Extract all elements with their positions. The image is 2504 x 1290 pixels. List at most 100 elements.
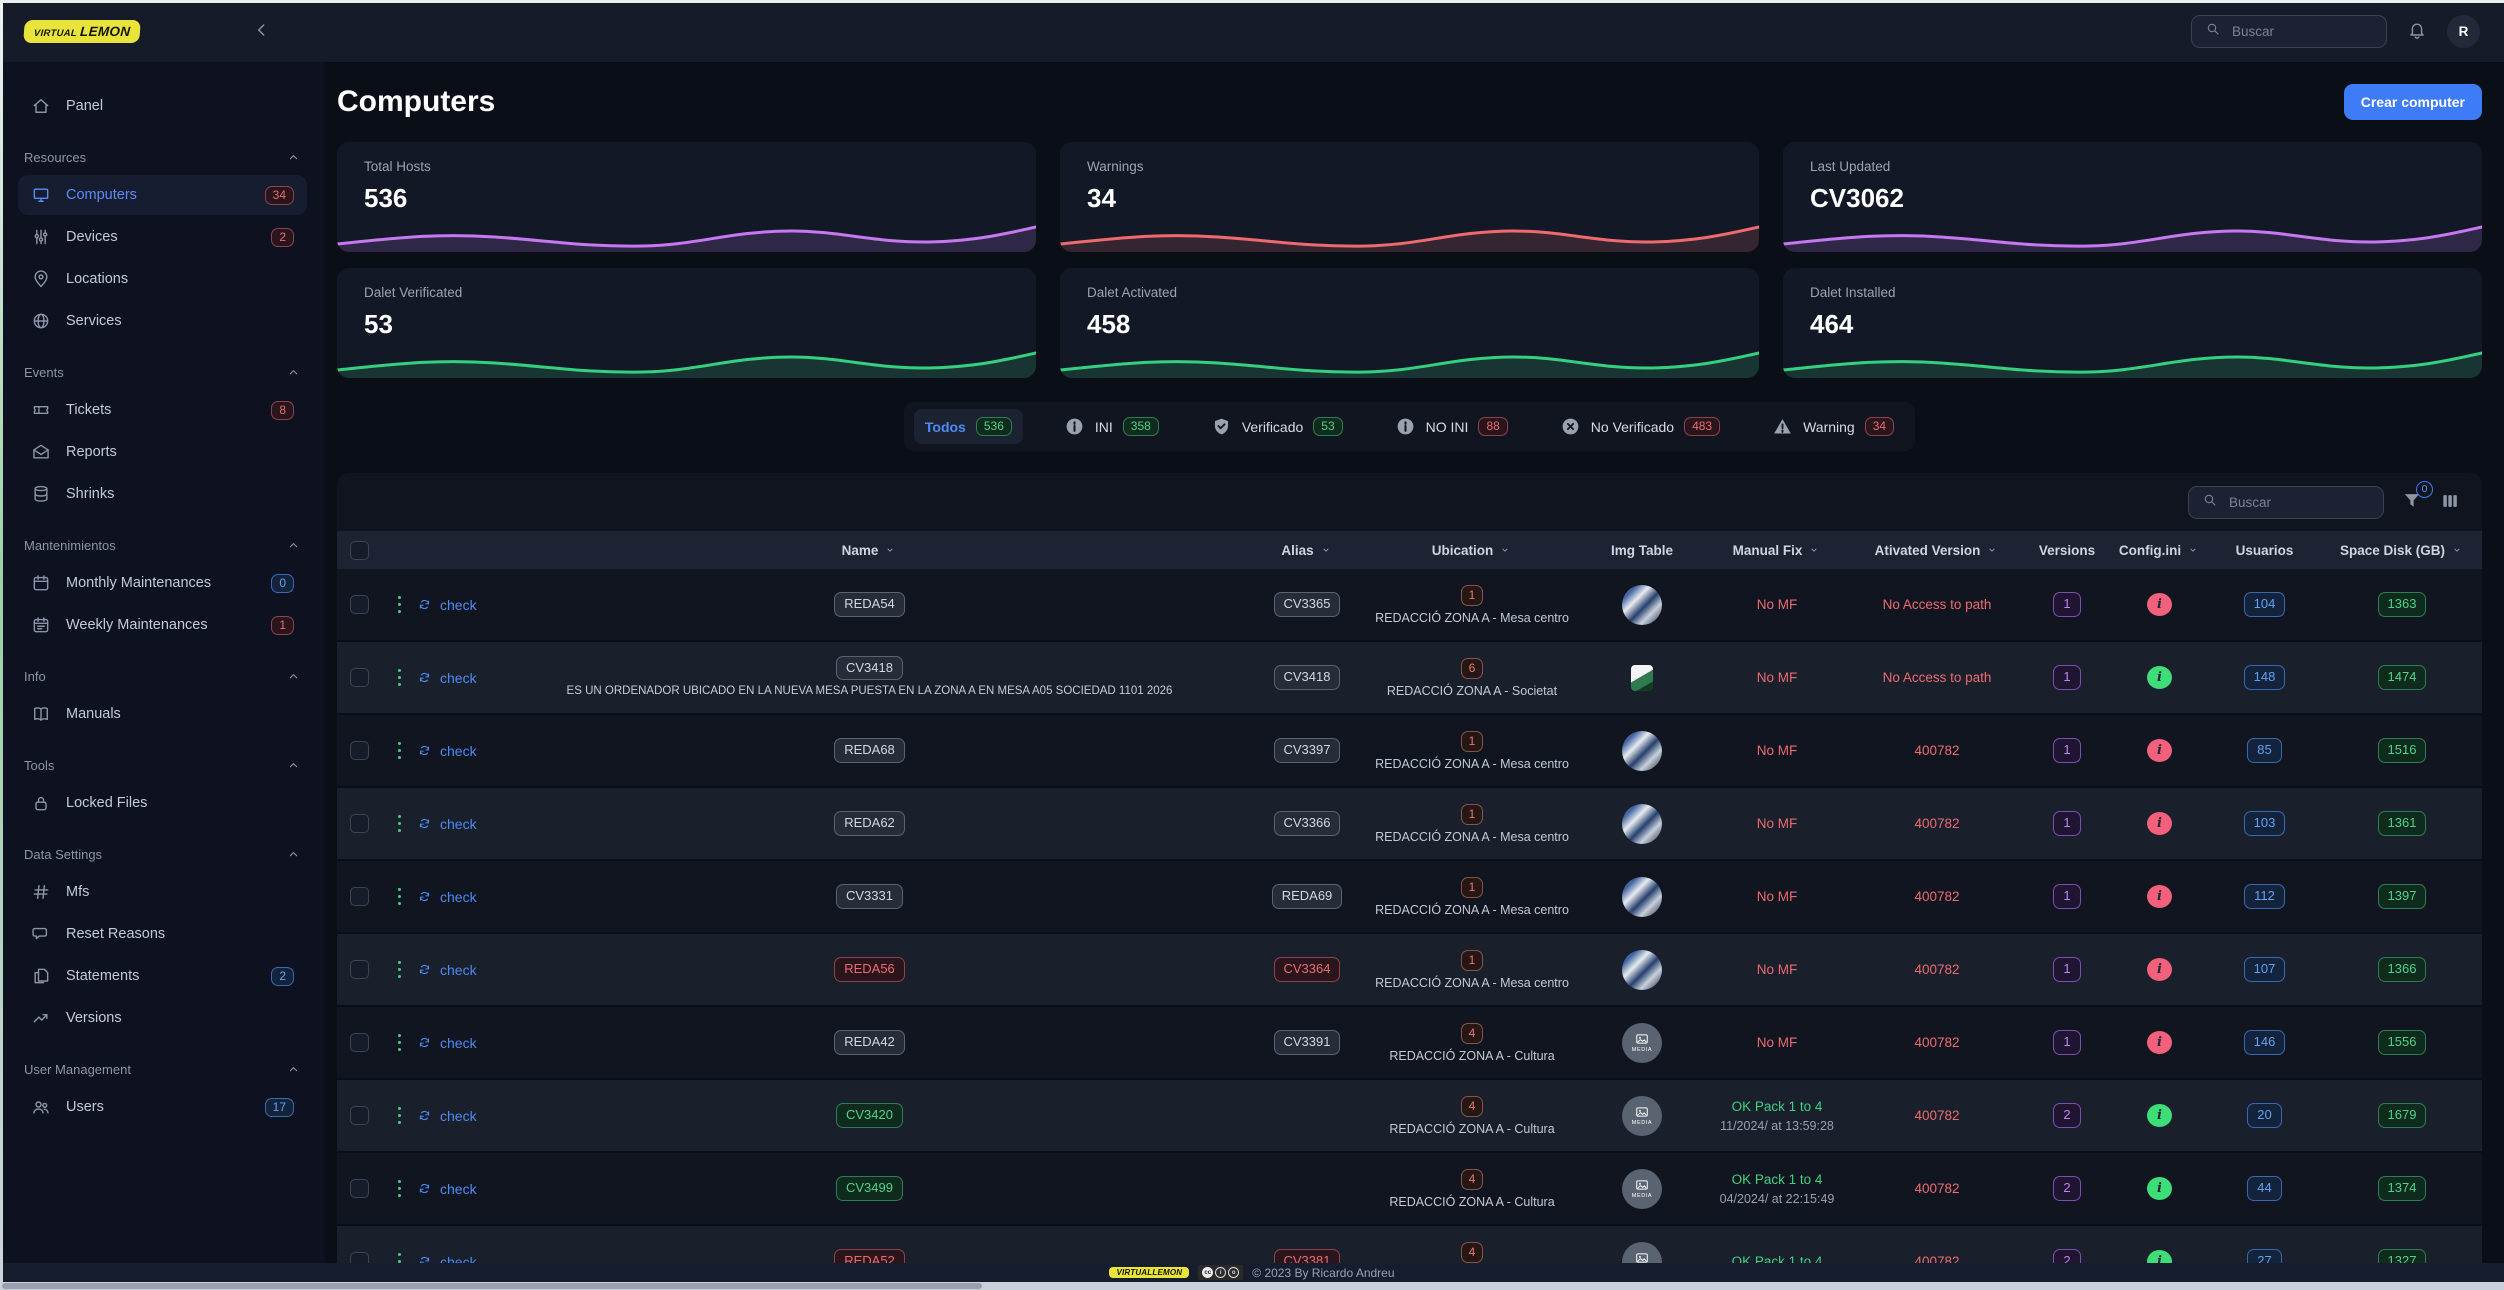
sidebar-item-services[interactable]: Services xyxy=(18,301,307,341)
left-scrollbar[interactable] xyxy=(0,3,3,1282)
row-checkbox-cell xyxy=(337,1033,382,1052)
row-check-button[interactable]: check xyxy=(417,597,487,613)
filter-warning[interactable]: Warning34 xyxy=(1761,408,1905,445)
horizontal-scrollbar[interactable] xyxy=(0,1282,2504,1290)
filter-button[interactable]: 0 xyxy=(2402,490,2422,515)
row-menu-button[interactable] xyxy=(382,888,417,906)
sidebar-item-locked-files[interactable]: Locked Files xyxy=(18,783,307,823)
row-menu-button[interactable] xyxy=(382,1107,417,1125)
row-alias-cell: CV3397 xyxy=(1252,738,1362,762)
sidebar-item-users[interactable]: Users17 xyxy=(18,1087,307,1127)
config-ini-status-icon[interactable] xyxy=(2147,958,2172,981)
row-check-button[interactable]: check xyxy=(417,962,487,978)
search-icon xyxy=(2205,21,2221,37)
row-ubication-cell: 6REDACCIÓ ZONA A - Societat xyxy=(1362,658,1582,698)
row-check-button[interactable]: check xyxy=(417,743,487,759)
filter-verificado[interactable]: Verificado53 xyxy=(1200,408,1354,445)
computer-photo-thumbnail xyxy=(1622,877,1662,917)
row-check-button[interactable]: check xyxy=(417,670,487,686)
row-name-cell: REDA62 xyxy=(487,811,1252,835)
filter-count-badge: 88 xyxy=(1478,417,1507,436)
sidebar-item-shrinks[interactable]: Shrinks xyxy=(18,474,307,514)
notifications-button[interactable] xyxy=(2407,20,2427,43)
filter-no-verificado[interactable]: No Verificado483 xyxy=(1549,408,1731,445)
sidebar-item-devices[interactable]: Devices2 xyxy=(18,217,307,257)
chevron-up-icon xyxy=(286,1062,301,1077)
config-ini-status-icon[interactable] xyxy=(2147,666,2172,689)
row-checkbox[interactable] xyxy=(350,887,369,906)
sidebar-item-weekly-maintenances[interactable]: Weekly Maintenances1 xyxy=(18,605,307,645)
refresh-icon xyxy=(417,1181,432,1196)
config-ini-status-icon[interactable] xyxy=(2147,593,2172,616)
row-name-cell: REDA56 xyxy=(487,957,1252,981)
sidebar-item-manuals[interactable]: Manuals xyxy=(18,694,307,734)
filter-todos[interactable]: Todos536 xyxy=(914,409,1023,444)
sidebar-item-reports[interactable]: Reports xyxy=(18,432,307,472)
user-avatar[interactable]: R xyxy=(2447,15,2480,48)
columns-button[interactable] xyxy=(2440,491,2460,514)
row-checkbox[interactable] xyxy=(350,1179,369,1198)
column-header-config-ini[interactable]: Config.ini xyxy=(2112,543,2207,558)
column-header-name[interactable]: Name xyxy=(487,543,1252,558)
row-menu-button[interactable] xyxy=(382,742,417,760)
row-checkbox[interactable] xyxy=(350,1106,369,1125)
row-check-button[interactable]: check xyxy=(417,816,487,832)
sidebar-item-versions[interactable]: Versions xyxy=(18,998,307,1038)
select-all-checkbox[interactable] xyxy=(350,541,369,560)
column-header-ubication[interactable]: Ubication xyxy=(1362,543,1582,558)
column-header-alias[interactable]: Alias xyxy=(1252,543,1362,558)
config-ini-status-icon[interactable] xyxy=(2147,1104,2172,1127)
row-versions-cell: 1 xyxy=(2022,957,2112,981)
row-checkbox[interactable] xyxy=(350,1033,369,1052)
row-usuarios-cell: 107 xyxy=(2207,957,2322,981)
row-menu-button[interactable] xyxy=(382,596,417,614)
row-menu-button[interactable] xyxy=(382,815,417,833)
create-computer-button[interactable]: Crear computer xyxy=(2344,84,2482,120)
scrollbar-thumb[interactable] xyxy=(2,1283,982,1289)
row-checkbox[interactable] xyxy=(350,814,369,833)
row-check-button[interactable]: check xyxy=(417,1108,487,1124)
row-check-label: check xyxy=(440,1181,477,1197)
row-menu-button[interactable] xyxy=(382,669,417,687)
filter-ini[interactable]: INI358 xyxy=(1053,408,1170,445)
row-check-button[interactable]: check xyxy=(417,1035,487,1051)
sidebar-item-locations[interactable]: Locations xyxy=(18,259,307,299)
config-ini-status-icon[interactable] xyxy=(2147,1031,2172,1054)
row-checkbox[interactable] xyxy=(350,960,369,979)
row-check-button[interactable]: check xyxy=(417,1181,487,1197)
row-checkbox[interactable] xyxy=(350,668,369,687)
row-menu-button[interactable] xyxy=(382,1034,417,1052)
row-image-cell xyxy=(1582,950,1702,990)
sidebar-item-mfs[interactable]: Mfs xyxy=(18,872,307,912)
table-search-input[interactable] xyxy=(2227,494,2370,511)
row-name-badge: REDA56 xyxy=(834,957,905,981)
row-ubication-badge: 1 xyxy=(1461,585,1484,606)
config-ini-status-icon[interactable] xyxy=(2147,812,2172,835)
config-ini-status-icon[interactable] xyxy=(2147,885,2172,908)
row-check-button[interactable]: check xyxy=(417,889,487,905)
sidebar-item-statements[interactable]: Statements2 xyxy=(18,956,307,996)
sidebar-section-title: Data Settings xyxy=(24,847,102,862)
row-image-cell: MEDIA xyxy=(1582,1096,1702,1136)
sidebar-item-panel[interactable]: Panel xyxy=(18,86,307,126)
bell-icon xyxy=(2407,20,2427,40)
sidebar-collapse-button[interactable] xyxy=(252,20,272,43)
row-checkbox[interactable] xyxy=(350,741,369,760)
row-menu-button[interactable] xyxy=(382,1180,417,1198)
sidebar-item-computers[interactable]: Computers34 xyxy=(18,175,307,215)
config-ini-status-icon[interactable] xyxy=(2147,1177,2172,1200)
sidebar-section-title: User Management xyxy=(24,1062,131,1077)
sidebar-item-reset-reasons[interactable]: Reset Reasons xyxy=(18,914,307,954)
config-ini-status-icon[interactable] xyxy=(2147,739,2172,762)
column-header-manual-fix[interactable]: Manual Fix xyxy=(1702,543,1852,558)
row-checkbox[interactable] xyxy=(350,595,369,614)
global-search-input[interactable] xyxy=(2230,23,2373,40)
filter-no-ini[interactable]: NO INI88 xyxy=(1384,408,1519,445)
sidebar-item-tickets[interactable]: Tickets8 xyxy=(18,390,307,430)
sidebar-item-monthly-maintenances[interactable]: Monthly Maintenances0 xyxy=(18,563,307,603)
row-menu-button[interactable] xyxy=(382,961,417,979)
column-header-space-disk-gb[interactable]: Space Disk (GB) xyxy=(2322,543,2482,558)
computers-table: 0 NameAliasUbicationImg TableManual FixA… xyxy=(337,473,2482,1282)
column-header-ativated-version[interactable]: Ativated Version xyxy=(1852,543,2022,558)
computer-photo-thumbnail xyxy=(1631,665,1653,691)
